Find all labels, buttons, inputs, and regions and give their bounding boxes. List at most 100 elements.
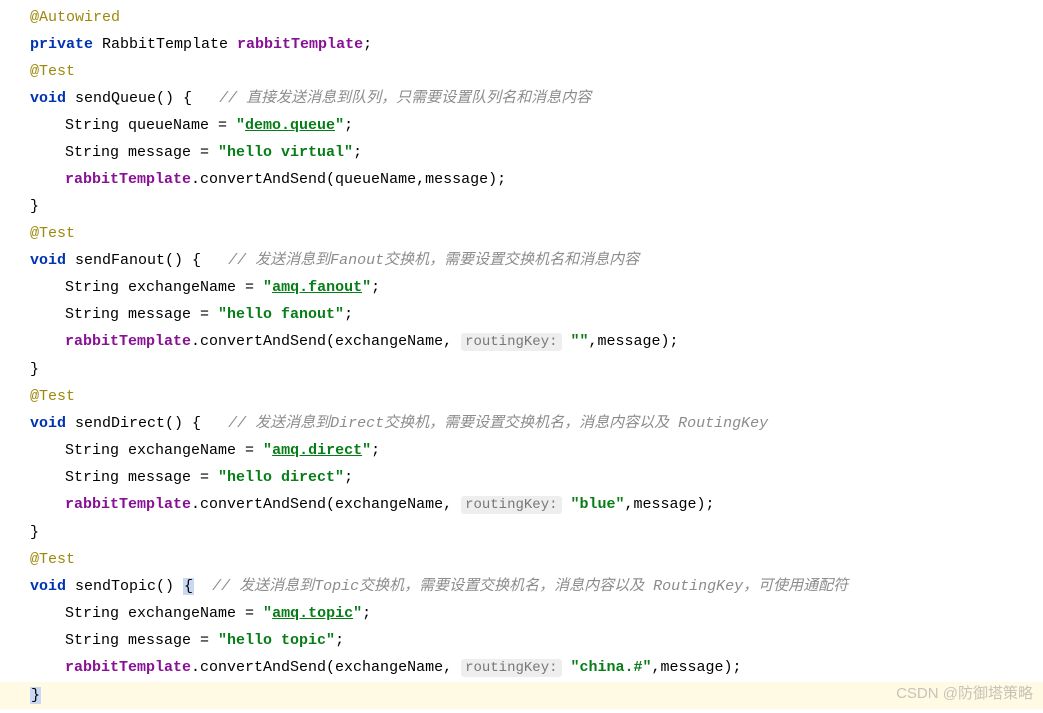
semicolon: ; (344, 117, 353, 134)
parameter-hint: routingKey: (461, 496, 561, 514)
semicolon: ; (362, 605, 371, 622)
keyword-private: private (30, 36, 93, 53)
code-line: void sendQueue() { // 直接发送消息到队列，只需要设置队列名… (0, 85, 1043, 112)
code-line: String message = "hello topic"; (0, 627, 1043, 654)
keyword-void: void (30, 252, 66, 269)
code-line: String message = "hello virtual"; (0, 139, 1043, 166)
method-call: .convertAndSend(exchangeName, (191, 496, 461, 513)
arguments: ,message); (625, 496, 715, 513)
comment: // 直接发送消息到队列，只需要设置队列名和消息内容 (192, 90, 591, 107)
code-editor[interactable]: @Autowired private RabbitTemplate rabbit… (0, 0, 1043, 713)
code-line: @Autowired (0, 4, 1043, 31)
code-line: String exchangeName = "amq.fanout"; (0, 274, 1043, 301)
field-rabbittemplate: rabbitTemplate (65, 659, 191, 676)
declaration: String exchangeName = (65, 605, 263, 622)
brace-open: { (183, 90, 192, 107)
declaration: String exchangeName = (65, 442, 263, 459)
comment: // 发送消息到Direct交换机，需要设置交换机名，消息内容以及 Routin… (201, 415, 768, 432)
string-literal: amq.direct (272, 442, 362, 459)
semicolon: ; (371, 442, 380, 459)
space (562, 659, 571, 676)
annotation-autowired: @Autowired (30, 9, 120, 26)
string-literal: "hello virtual" (218, 144, 353, 161)
string-literal: "hello direct" (218, 469, 344, 486)
string-literal: "hello fanout" (218, 306, 344, 323)
semicolon: ; (353, 144, 362, 161)
string-literal: " (263, 605, 272, 622)
method-call: .convertAndSend(exchangeName, (191, 333, 461, 350)
code-line: } (0, 519, 1043, 546)
declaration: String message = (65, 306, 218, 323)
annotation-test: @Test (30, 225, 75, 242)
keyword-void: void (30, 415, 66, 432)
string-literal: "blue" (571, 496, 625, 513)
code-line: @Test (0, 546, 1043, 573)
string-literal: demo.queue (245, 117, 335, 134)
semicolon: ; (335, 632, 344, 649)
string-literal: amq.fanout (272, 279, 362, 296)
field-rabbittemplate: rabbitTemplate (65, 496, 191, 513)
semicolon: ; (344, 306, 353, 323)
annotation-test: @Test (30, 63, 75, 80)
method-call: .convertAndSend(exchangeName, (191, 659, 461, 676)
code-line: } (0, 356, 1043, 383)
code-line: @Test (0, 58, 1043, 85)
comment: // 发送消息到Topic交换机，需要设置交换机名，消息内容以及 Routing… (194, 578, 848, 595)
string-literal: " (236, 117, 245, 134)
string-literal: " (335, 117, 344, 134)
field-rabbittemplate: rabbitTemplate (65, 333, 191, 350)
semicolon: ; (344, 469, 353, 486)
brace-close-highlighted: } (30, 687, 41, 704)
code-line: @Test (0, 383, 1043, 410)
string-literal: "china.#" (571, 659, 652, 676)
keyword-void: void (30, 578, 66, 595)
method-senddirect: sendDirect() (66, 415, 192, 432)
annotation-test: @Test (30, 388, 75, 405)
space (562, 496, 571, 513)
parameter-hint: routingKey: (461, 659, 561, 677)
declaration: String exchangeName = (65, 279, 263, 296)
field-rabbittemplate: rabbitTemplate (237, 36, 363, 53)
string-literal: " (353, 605, 362, 622)
code-line: String exchangeName = "amq.direct"; (0, 437, 1043, 464)
keyword-void: void (30, 90, 66, 107)
code-line: private RabbitTemplate rabbitTemplate; (0, 31, 1043, 58)
string-literal: " (263, 442, 272, 459)
comment: // 发送消息到Fanout交换机，需要设置交换机名和消息内容 (201, 252, 639, 269)
arguments: ,message); (652, 659, 742, 676)
type-rabbittemplate: RabbitTemplate (93, 36, 237, 53)
string-literal: " (362, 442, 371, 459)
brace-open: { (192, 415, 201, 432)
string-literal: "" (571, 333, 589, 350)
space (562, 333, 571, 350)
semicolon: ; (363, 36, 372, 53)
declaration: String queueName = (65, 117, 236, 134)
code-line: } (0, 193, 1043, 220)
code-line: void sendTopic() { // 发送消息到Topic交换机，需要设置… (0, 573, 1043, 600)
method-sendfanout: sendFanout() (66, 252, 192, 269)
brace-open: { (192, 252, 201, 269)
string-literal: " (362, 279, 371, 296)
code-line: String queueName = "demo.queue"; (0, 112, 1043, 139)
code-line: rabbitTemplate.convertAndSend(queueName,… (0, 166, 1043, 193)
code-line: String message = "hello fanout"; (0, 301, 1043, 328)
code-line: String message = "hello direct"; (0, 464, 1043, 491)
code-line: void sendFanout() { // 发送消息到Fanout交换机，需要… (0, 247, 1043, 274)
code-line-highlighted: } (0, 682, 1043, 709)
code-line: rabbitTemplate.convertAndSend(exchangeNa… (0, 328, 1043, 356)
brace-close: } (30, 198, 39, 215)
declaration: String message = (65, 469, 218, 486)
semicolon: ; (371, 279, 380, 296)
brace-close: } (30, 524, 39, 541)
annotation-test: @Test (30, 551, 75, 568)
string-literal: amq.topic (272, 605, 353, 622)
declaration: String message = (65, 632, 218, 649)
declaration: String message = (65, 144, 218, 161)
method-call: .convertAndSend(queueName,message); (191, 171, 506, 188)
code-line: rabbitTemplate.convertAndSend(exchangeNa… (0, 491, 1043, 519)
method-sendtopic: sendTopic() (66, 578, 183, 595)
code-line: @Test (0, 220, 1043, 247)
brace-close: } (30, 361, 39, 378)
string-literal: " (263, 279, 272, 296)
code-line: rabbitTemplate.convertAndSend(exchangeNa… (0, 654, 1043, 682)
